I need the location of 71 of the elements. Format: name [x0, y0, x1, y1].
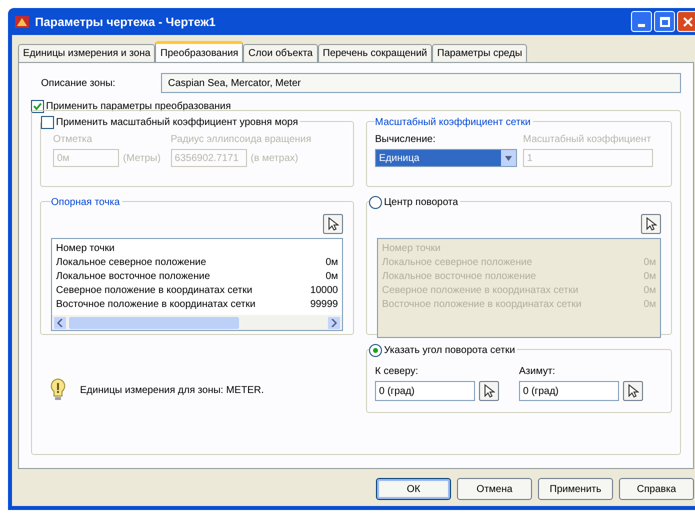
window-title: Параметры чертежа - Чертеж1	[35, 14, 217, 30]
unit-label: (Метры)	[123, 152, 161, 166]
radio-button[interactable]	[369, 344, 382, 357]
close-icon	[682, 16, 692, 26]
dialog-button[interactable]: Справка	[619, 478, 694, 500]
lightbulb-icon	[50, 378, 66, 402]
property-name: Локальное северное положение	[56, 256, 206, 270]
azimuth-field[interactable]: 0 (град)	[519, 381, 619, 401]
property-value: 0м	[644, 256, 656, 270]
pick-point-button[interactable]	[323, 214, 343, 234]
scroll-thumb[interactable]	[69, 316, 239, 328]
scroll-left-icon[interactable]	[54, 316, 66, 328]
radio-label: Указать угол поворота сетки	[384, 344, 516, 358]
property-value: 0м	[644, 270, 656, 284]
property-value: 0м	[644, 298, 656, 312]
field-label: Описание зоны:	[40, 76, 116, 90]
property-name: Локальное северное положение	[382, 256, 532, 270]
unit-label: (в метрах)	[250, 152, 298, 166]
minimize-button[interactable]	[631, 11, 652, 32]
field-label: Отметка	[53, 133, 94, 147]
cursor-icon	[327, 217, 339, 231]
pick-point-button[interactable]	[479, 381, 499, 401]
property-name: Локальное восточное положение	[382, 270, 536, 284]
tab[interactable]: Перечень сокращений	[318, 44, 432, 62]
checkbox[interactable]	[31, 100, 44, 113]
maximize-button[interactable]	[654, 11, 675, 32]
app-icon	[14, 14, 30, 30]
property-value: 99999	[310, 298, 338, 312]
property-name: Локальное восточное положение	[56, 270, 210, 284]
radio-button[interactable]	[369, 196, 382, 209]
calculation-dropdown[interactable]: Единица	[375, 149, 517, 167]
point-list[interactable]: Номер точки Локальное северное положение 0м Локальное восточное положение 0м Северное положение в координатах сетки 10000 Восточное положение в координатах сетки 99999	[51, 238, 343, 331]
scroll-right-icon[interactable]	[328, 316, 340, 328]
radio-label: Центр поворота	[384, 196, 458, 210]
tab[interactable]: Слои объекта	[243, 44, 318, 62]
group-title: Масштабный коэффициент сетки	[375, 115, 533, 130]
property-name: Номер точки	[382, 242, 441, 256]
field-label: К северу:	[375, 365, 420, 379]
horizontal-scrollbar[interactable]	[52, 315, 342, 330]
property-value: 0м	[326, 270, 338, 284]
field-label: Масштабный коэффициент	[523, 133, 652, 147]
checkbox[interactable]	[41, 116, 54, 129]
pick-point-button[interactable]	[641, 214, 661, 234]
cursor-icon	[645, 217, 657, 231]
north-angle-field[interactable]: 0 (град)	[375, 381, 475, 401]
close-button[interactable]	[677, 11, 695, 32]
cursor-icon	[483, 384, 495, 398]
group-title: Опорная точка	[51, 195, 122, 210]
field-label: Радиус эллипсоида вращения	[170, 133, 312, 147]
property-name: Восточное положение в координатах сетки	[56, 298, 256, 312]
property-name: Северное положение в координатах сетки	[56, 284, 252, 298]
property-name: Номер точки	[56, 242, 115, 256]
field-label: Вычисление:	[375, 133, 436, 147]
zone-description-field[interactable]: Caspian Sea, Mercator, Meter	[161, 73, 681, 93]
tab[interactable]: Единицы измерения и зона	[18, 44, 156, 62]
pick-point-button[interactable]	[623, 381, 643, 401]
cursor-icon	[627, 384, 639, 398]
dialog-button[interactable]: ОК	[376, 478, 451, 500]
property-name: Восточное положение в координатах сетки	[382, 298, 582, 312]
info-text: Единицы измерения для зоны: METER.	[80, 384, 264, 398]
tab[interactable]: Преобразования	[155, 41, 244, 62]
field-label: Азимут:	[519, 365, 556, 379]
property-name: Северное положение в координатах сетки	[382, 284, 578, 298]
dialog-button[interactable]: Применить	[538, 478, 613, 500]
property-value: 0м	[326, 256, 338, 270]
property-value: 10000	[310, 284, 338, 298]
tab[interactable]: Параметры среды	[432, 44, 528, 62]
checkbox-label: Применить параметры преобразования	[46, 100, 231, 114]
checkbox-label: Применить масштабный коэффициент уровня моря	[56, 116, 298, 130]
dialog-button[interactable]: Отмена	[457, 478, 532, 500]
property-value: 0м	[644, 284, 656, 298]
